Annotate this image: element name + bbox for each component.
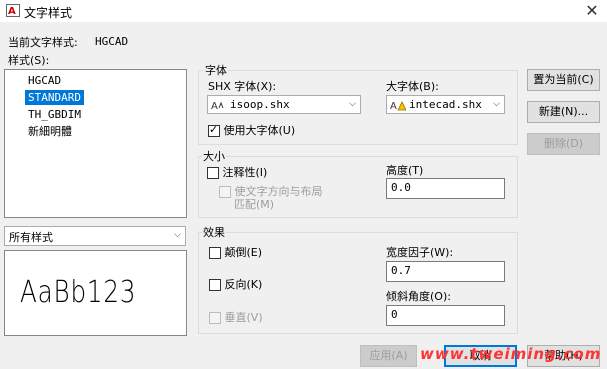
width-factor-label: 宽度因子(W): bbox=[386, 246, 454, 259]
use-big-font-checkbox[interactable] bbox=[208, 123, 220, 137]
list-item-selected[interactable]: STANDARD bbox=[24, 89, 85, 106]
use-big-font-label: 使用大字体(U) bbox=[223, 124, 296, 137]
annotative-row[interactable]: 注释性(I) bbox=[207, 164, 267, 180]
style-filter-select[interactable]: 所有样式 ⌵ bbox=[4, 226, 186, 246]
big-font-select[interactable]: A intecad.shx ⌵ bbox=[386, 95, 505, 114]
list-item[interactable]: TH_GBDIM bbox=[25, 107, 84, 122]
oblique-angle-label: 倾斜角度(O): bbox=[386, 290, 451, 303]
backwards-checkbox[interactable] bbox=[209, 279, 221, 291]
font-group-title: 字体 bbox=[204, 62, 228, 78]
backwards-row[interactable]: 反向(K) bbox=[209, 276, 262, 292]
use-big-font-row[interactable]: 使用大字体(U) bbox=[208, 122, 295, 138]
upside-down-row[interactable]: 颠倒(E) bbox=[209, 244, 262, 260]
delete-button: 删除(D) bbox=[527, 133, 600, 155]
vertical-checkbox bbox=[209, 312, 221, 324]
chevron-down-icon: ⌵ bbox=[174, 230, 181, 240]
window-title: 文字样式 bbox=[24, 6, 73, 20]
current-style-label: 当前文字样式: bbox=[8, 36, 78, 49]
oblique-angle-input[interactable]: 0 bbox=[386, 305, 505, 326]
new-button[interactable]: 新建(N)... bbox=[527, 101, 600, 123]
big-font-label: 大字体(B): bbox=[386, 80, 439, 93]
svg-text:A: A bbox=[390, 101, 397, 111]
set-current-button[interactable]: 置为当前(C) bbox=[527, 69, 600, 91]
svg-text:A: A bbox=[211, 101, 218, 111]
shx-font-icon: A bbox=[211, 101, 224, 111]
style-filter-value: 所有样式 bbox=[9, 231, 53, 244]
shx-font-label: SHX 字体(X): bbox=[208, 80, 277, 93]
apply-button: 应用(A) bbox=[360, 345, 417, 367]
svg-text:A: A bbox=[8, 6, 16, 17]
styles-label: 样式(S): bbox=[8, 54, 50, 67]
text-style-icon: A bbox=[6, 4, 20, 17]
close-icon[interactable]: ✕ bbox=[582, 1, 602, 21]
styles-list[interactable]: HGCAD STANDARD TH_GBDIM 新細明體 bbox=[4, 69, 187, 218]
match-orientation-checkbox bbox=[219, 186, 231, 198]
big-font-icon: A bbox=[390, 101, 406, 111]
upside-down-label: 颠倒(E) bbox=[224, 246, 263, 259]
annotative-label: 注释性(I) bbox=[222, 166, 268, 179]
height-label: 高度(T) bbox=[386, 164, 424, 177]
preview-text: AaBb123 bbox=[20, 275, 137, 310]
list-item[interactable]: HGCAD bbox=[25, 73, 64, 88]
effects-group-title: 效果 bbox=[202, 224, 226, 240]
shx-font-value: isoop.shx bbox=[230, 98, 290, 111]
shx-font-select[interactable]: A isoop.shx ⌵ bbox=[207, 95, 361, 114]
current-style-value: HGCAD bbox=[95, 35, 129, 48]
watermark-text: www.tweiming.com bbox=[420, 345, 602, 363]
chevron-down-icon: ⌵ bbox=[349, 99, 356, 109]
annotative-checkbox[interactable] bbox=[207, 167, 219, 179]
size-group-title: 大小 bbox=[202, 148, 226, 164]
backwards-label: 反向(K) bbox=[224, 278, 263, 291]
vertical-row: 垂直(V) bbox=[209, 309, 263, 325]
title-bar bbox=[0, 0, 607, 22]
upside-down-checkbox[interactable] bbox=[209, 247, 221, 259]
chevron-down-icon: ⌵ bbox=[493, 99, 500, 109]
width-factor-input[interactable]: 0.7 bbox=[386, 261, 505, 282]
vertical-label: 垂直(V) bbox=[224, 311, 263, 324]
match-orientation-label-2: 匹配(M) bbox=[234, 198, 275, 211]
height-input[interactable]: 0.0 bbox=[386, 178, 505, 199]
big-font-value: intecad.shx bbox=[409, 98, 482, 111]
list-item[interactable]: 新細明體 bbox=[25, 124, 75, 139]
